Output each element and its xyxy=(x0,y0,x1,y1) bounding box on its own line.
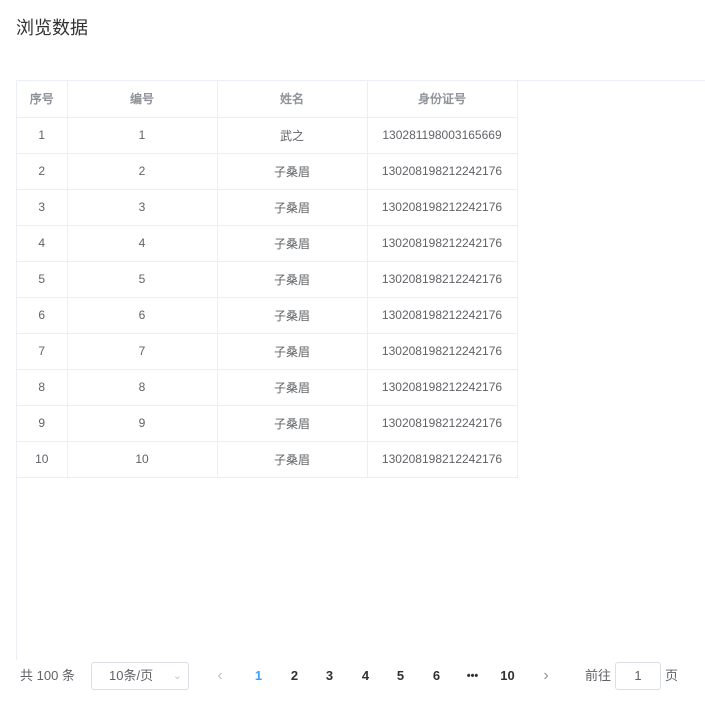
cell-name: 子桑眉 xyxy=(217,189,368,226)
more-pages-icon[interactable]: ••• xyxy=(455,660,490,692)
table-header-row: 序号 编号 姓名 身份证号 xyxy=(17,81,518,118)
cell-id-number: 130208198212242176 xyxy=(367,225,518,262)
cell-id-number: 130208198212242176 xyxy=(367,189,518,226)
cell-id-number: 130208198212242176 xyxy=(367,297,518,334)
cell-seq: 8 xyxy=(17,369,68,406)
cell-name: 子桑眉 xyxy=(217,405,368,442)
cell-name: 子桑眉 xyxy=(217,261,368,298)
chevron-down-icon: ⌄ xyxy=(172,670,182,682)
page-2-button[interactable]: 2 xyxy=(277,660,312,692)
cell-name: 子桑眉 xyxy=(217,297,368,334)
page-6-button[interactable]: 6 xyxy=(419,660,454,692)
cell-seq: 2 xyxy=(17,153,68,190)
table-row[interactable]: 9 9 子桑眉 130208198212242176 xyxy=(17,405,518,442)
table-row[interactable]: 6 6 子桑眉 130208198212242176 xyxy=(17,297,518,334)
cell-name: 武之 xyxy=(217,117,368,154)
header-name[interactable]: 姓名 xyxy=(217,81,368,118)
table-row[interactable]: 8 8 子桑眉 130208198212242176 xyxy=(17,369,518,406)
header-id-number[interactable]: 身份证号 xyxy=(367,81,518,118)
cell-id-number: 130208198212242176 xyxy=(367,405,518,442)
header-code[interactable]: 编号 xyxy=(67,81,218,118)
cell-seq: 3 xyxy=(17,189,68,226)
table-row[interactable]: 7 7 子桑眉 130208198212242176 xyxy=(17,333,518,370)
cell-id-number: 130208198212242176 xyxy=(367,261,518,298)
table-row[interactable]: 1 1 武之 130281198003165669 xyxy=(17,117,518,154)
goto-label: 前往 xyxy=(585,668,612,683)
table-row[interactable]: 3 3 子桑眉 130208198212242176 xyxy=(17,189,518,226)
cell-name: 子桑眉 xyxy=(217,333,368,370)
page-4-button[interactable]: 4 xyxy=(348,660,383,692)
cell-seq: 9 xyxy=(17,405,68,442)
cell-code: 6 xyxy=(67,297,218,334)
cell-name: 子桑眉 xyxy=(217,225,368,262)
cell-code: 8 xyxy=(67,369,218,406)
cell-code: 1 xyxy=(67,117,218,154)
table-row[interactable]: 2 2 子桑眉 130208198212242176 xyxy=(17,153,518,190)
cell-seq: 10 xyxy=(17,441,68,478)
total-count: 共 100 条 xyxy=(20,668,75,683)
table-row[interactable]: 4 4 子桑眉 130208198212242176 xyxy=(17,225,518,262)
page-size-select[interactable]: 10条/页 ⌄ xyxy=(91,662,189,690)
page-10-button[interactable]: 10 xyxy=(490,660,525,692)
cell-seq: 4 xyxy=(17,225,68,262)
cell-code: 2 xyxy=(67,153,218,190)
cell-seq: 6 xyxy=(17,297,68,334)
cell-id-number: 130208198212242176 xyxy=(367,441,518,478)
page-title: 浏览数据 xyxy=(16,18,88,38)
cell-code: 5 xyxy=(67,261,218,298)
page-1-button[interactable]: 1 xyxy=(241,660,276,692)
cell-code: 3 xyxy=(67,189,218,226)
data-table: 序号 编号 姓名 身份证号 1 1 武之 130281198003165669 … xyxy=(16,80,705,660)
cell-seq: 1 xyxy=(17,117,68,154)
cell-id-number: 130208198212242176 xyxy=(367,153,518,190)
cell-seq: 5 xyxy=(17,261,68,298)
next-page-icon[interactable]: › xyxy=(536,660,556,692)
cell-code: 4 xyxy=(67,225,218,262)
cell-code: 7 xyxy=(67,333,218,370)
page-3-button[interactable]: 3 xyxy=(312,660,347,692)
pagination: 共 100 条 10条/页 ⌄ ‹ 1 2 3 4 5 6 ••• 10 › 前… xyxy=(16,660,705,692)
cell-seq: 7 xyxy=(17,333,68,370)
prev-page-icon[interactable]: ‹ xyxy=(210,660,230,692)
cell-name: 子桑眉 xyxy=(217,369,368,406)
cell-id-number: 130208198212242176 xyxy=(367,333,518,370)
cell-name: 子桑眉 xyxy=(217,441,368,478)
page-5-button[interactable]: 5 xyxy=(383,660,418,692)
table-row[interactable]: 10 10 子桑眉 130208198212242176 xyxy=(17,441,518,478)
goto-suffix: 页 xyxy=(665,668,679,683)
table-row[interactable]: 5 5 子桑眉 130208198212242176 xyxy=(17,261,518,298)
cell-id-number: 130208198212242176 xyxy=(367,369,518,406)
page-size-value: 10条/页 xyxy=(109,668,154,683)
header-seq[interactable]: 序号 xyxy=(17,81,68,118)
cell-name: 子桑眉 xyxy=(217,153,368,190)
cell-code: 9 xyxy=(67,405,218,442)
cell-code: 10 xyxy=(67,441,218,478)
cell-id-number: 130281198003165669 xyxy=(367,117,518,154)
goto-page-input[interactable]: 1 xyxy=(615,662,661,690)
